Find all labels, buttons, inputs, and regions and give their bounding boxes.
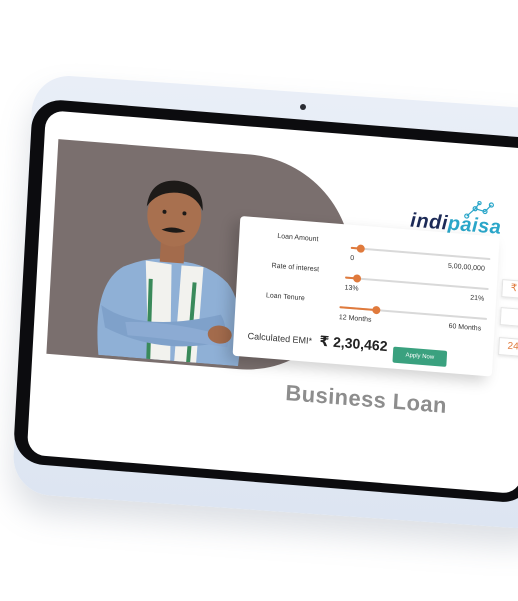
emi-value: ₹ 2,30,462 [319, 332, 388, 355]
apply-now-button[interactable]: Apply Now [392, 346, 448, 367]
emi-calculator-card: Loan Amount 0 5,00,00,000 Rate of intere… [232, 215, 500, 377]
tenure-label: Loan Tenure [265, 292, 305, 303]
interest-label: Rate of interest [271, 262, 320, 274]
loan-amount-value-box[interactable]: ₹ [501, 279, 518, 300]
interest-min: 13% [344, 284, 359, 293]
tablet-screen: indipaisa Loan Amount 0 5,00,00,000 Rate… [26, 110, 518, 495]
interest-slider[interactable] [345, 274, 489, 291]
interest-value-box[interactable] [499, 307, 518, 328]
loan-amount-slider-thumb[interactable] [356, 244, 365, 253]
loan-amount-label: Loan Amount [277, 232, 319, 244]
tenure-slider-thumb[interactable] [372, 305, 381, 315]
emi-label: Calculated EMI* [247, 330, 313, 347]
tenure-min: 12 Months [338, 314, 372, 324]
person-illustration [97, 180, 241, 367]
camera-icon [300, 104, 306, 110]
loan-amount-min: 0 [349, 254, 355, 263]
loan-amount-slider[interactable] [350, 244, 491, 261]
network-nodes-icon [464, 200, 494, 219]
interest-max: 21% [469, 294, 485, 303]
interest-slider-thumb[interactable] [352, 274, 361, 283]
tenure-slider-fill [339, 306, 377, 312]
loan-amount-max: 5,00,00,000 [447, 262, 485, 273]
tenure-max: 60 Months [448, 322, 482, 333]
page-headline: Business Loan [284, 380, 448, 418]
tenure-value-box[interactable]: 24 [498, 337, 518, 358]
